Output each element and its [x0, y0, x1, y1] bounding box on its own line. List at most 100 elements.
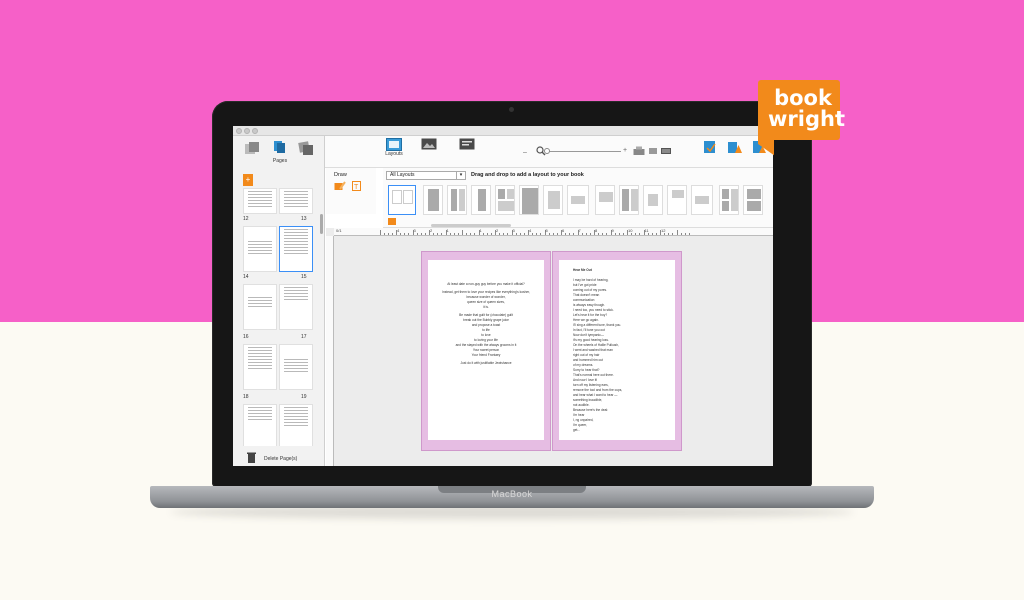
- pages-label: Pages: [272, 158, 288, 164]
- ruler-tick: [606, 233, 608, 235]
- zoom-in-icon[interactable]: +: [623, 147, 627, 154]
- vertical-ruler: [326, 236, 334, 466]
- sidebar-tab-layers[interactable]: [245, 142, 259, 156]
- ruler-tick: [457, 233, 459, 235]
- text-styles-button[interactable]: [457, 138, 477, 150]
- ruler-label: 1: [446, 228, 449, 233]
- ruler-label: 3: [413, 228, 416, 233]
- svg-text:T: T: [354, 184, 359, 191]
- layout-option[interactable]: [543, 185, 563, 215]
- page-thumb[interactable]: [279, 188, 313, 214]
- draw-image-box-icon[interactable]: [334, 181, 346, 191]
- layout-option[interactable]: [495, 185, 515, 215]
- left-page-text-box[interactable]: At least date a non-guy guy before you m…: [428, 260, 544, 440]
- ruler-tick: [664, 233, 666, 235]
- ruler-label: 1: [479, 228, 482, 233]
- layout-option[interactable]: [691, 185, 713, 215]
- page-thumb[interactable]: [243, 344, 277, 390]
- pages-sidebar: Pages + 12 13 14 15 16 17 18 19 Delete P…: [233, 136, 325, 466]
- zoom-slider[interactable]: [547, 151, 621, 152]
- layouts-hint: Drag and drop to add a layout to your bo…: [471, 172, 584, 178]
- backgrounds-button[interactable]: [419, 138, 439, 150]
- bookwright-logo-text: book wright: [768, 86, 845, 131]
- layout-option[interactable]: [519, 185, 539, 215]
- page-thumb[interactable]: [279, 344, 313, 390]
- layout-filter-dropdown[interactable]: All Layouts ▾: [386, 171, 466, 180]
- ruler-origin-label: 0/1: [336, 228, 342, 233]
- layouts-button[interactable]: Layouts: [383, 138, 405, 157]
- ruler-tick: [404, 233, 406, 235]
- left-page[interactable]: At least date a non-guy guy before you m…: [421, 251, 551, 451]
- ruler-tick: [672, 233, 674, 235]
- page-number: 13: [301, 216, 307, 222]
- logo-line-1: book: [774, 86, 832, 110]
- page-thumb[interactable]: [243, 226, 277, 272]
- layout-option[interactable]: [595, 185, 615, 215]
- layouts-scrollbar[interactable]: [431, 224, 511, 227]
- layout-option[interactable]: [471, 185, 491, 215]
- single-page-view-icon[interactable]: [649, 148, 657, 154]
- layout-option[interactable]: [719, 185, 739, 215]
- check-errors-icon[interactable]: [728, 140, 742, 154]
- ruler-tick: [437, 233, 439, 235]
- right-page-poem: I may be hard of hearing, but I've got pr…: [573, 278, 622, 433]
- draw-text-box-icon[interactable]: T: [352, 181, 364, 191]
- ruler-tick: [387, 233, 389, 235]
- ruler-tick: [482, 233, 484, 235]
- minimize-window-button[interactable]: [244, 128, 250, 134]
- page-thumb[interactable]: [279, 404, 313, 446]
- sidebar-scrollbar[interactable]: [320, 214, 323, 234]
- ruler-label: 5: [545, 228, 548, 233]
- preview-icon[interactable]: [633, 146, 645, 156]
- ruler-tick: [680, 233, 682, 235]
- chevron-down-icon: ▾: [456, 172, 465, 179]
- layout-favorite-icon[interactable]: [388, 218, 396, 225]
- ruler-tick: [519, 233, 521, 235]
- editing-canvas[interactable]: 0/1 4 3 2 1 1 2 3 4 5 6 7 8 9 10 11 12 At least date a …: [326, 228, 773, 466]
- page-thumbnail-list: + 12 13 14 15 16 17 18 19: [237, 174, 317, 446]
- add-page-icon[interactable]: +: [243, 174, 253, 186]
- page-thumb[interactable]: [279, 284, 313, 330]
- poem-line: Just do it with justifiable Jewishance: [460, 361, 512, 365]
- layout-option[interactable]: [567, 185, 589, 215]
- ruler-tick: [668, 233, 670, 235]
- layout-option[interactable]: [388, 185, 416, 215]
- right-page-text-box[interactable]: Hear Me Out I may be hard of hearing, but…: [559, 260, 675, 440]
- upload-book-icon[interactable]: [703, 140, 717, 154]
- ruler-tick: [614, 233, 616, 235]
- pages-icon: [274, 141, 285, 153]
- ruler-label: 10: [628, 228, 633, 233]
- ruler-tick: [433, 233, 435, 235]
- ruler-tick: [523, 233, 525, 235]
- zoom-window-button[interactable]: [252, 128, 258, 134]
- sidebar-tab-projects[interactable]: [298, 141, 313, 156]
- delete-pages-button[interactable]: Delete Page(s): [233, 452, 325, 466]
- page-thumb-selected[interactable]: [279, 226, 313, 272]
- sidebar-tab-pages[interactable]: Pages: [270, 140, 290, 164]
- ruler-tick: [651, 233, 653, 235]
- right-page[interactable]: Hear Me Out I may be hard of hearing, but…: [552, 251, 682, 451]
- page-thumb[interactable]: [243, 284, 277, 330]
- logo-line-2: wright: [768, 107, 845, 131]
- ruler-tick: [688, 233, 690, 235]
- page-thumb[interactable]: [243, 404, 277, 446]
- ruler-tick: [565, 233, 567, 235]
- layout-option[interactable]: [667, 185, 687, 215]
- zoom-out-icon[interactable]: –: [523, 149, 527, 156]
- ruler-tick: [602, 233, 604, 235]
- layout-option[interactable]: [619, 185, 639, 215]
- ruler-tick: [420, 233, 422, 235]
- page-number: 14: [243, 274, 249, 280]
- ruler-tick: [639, 233, 641, 235]
- layout-option[interactable]: [447, 185, 467, 215]
- page-thumb[interactable]: [243, 188, 277, 214]
- poem-line: get...: [573, 428, 581, 432]
- layout-option[interactable]: [643, 185, 663, 215]
- close-window-button[interactable]: [236, 128, 242, 134]
- page-number: 12: [243, 216, 249, 222]
- layout-option[interactable]: [743, 185, 763, 215]
- spread-view-icon[interactable]: [661, 148, 671, 154]
- ruler-tick: [540, 233, 542, 235]
- layout-option[interactable]: [423, 185, 443, 215]
- zoom-slider-knob[interactable]: [544, 148, 550, 154]
